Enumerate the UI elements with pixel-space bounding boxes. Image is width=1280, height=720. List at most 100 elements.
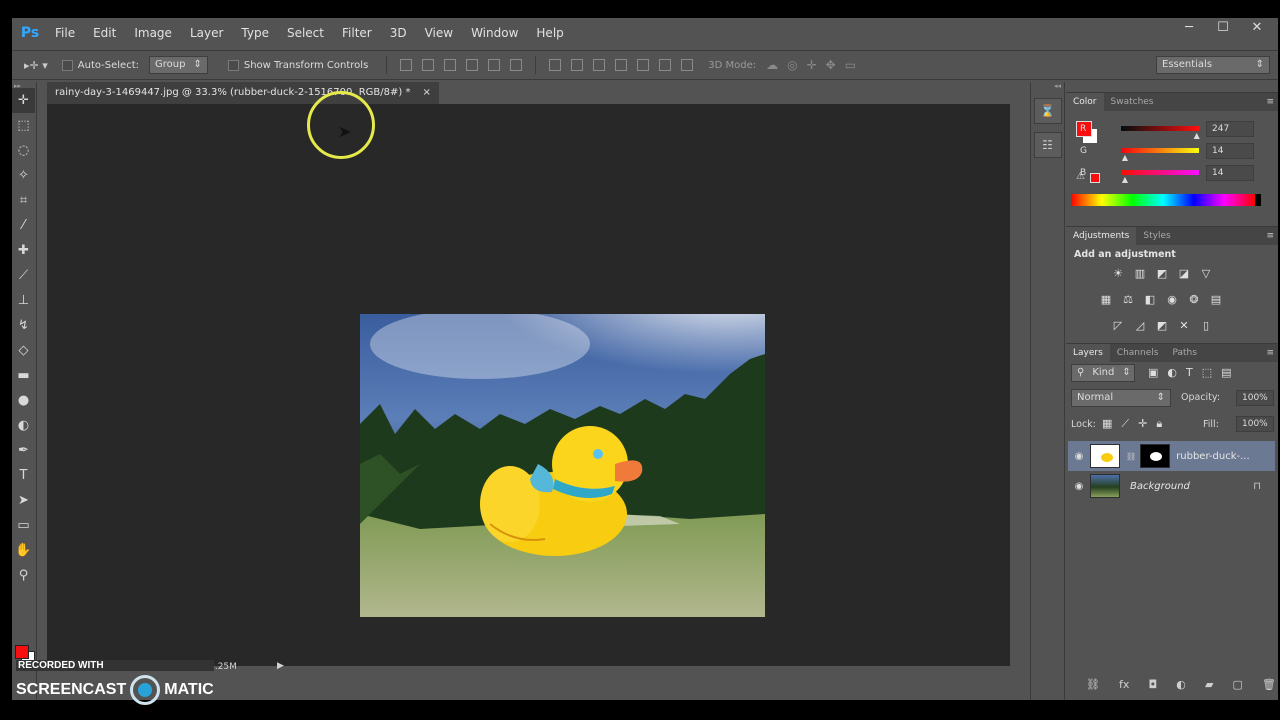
menu-layer[interactable]: Layer xyxy=(181,26,232,40)
color-balance-icon[interactable]: ⚖ xyxy=(1120,293,1136,307)
panel-menu-icon[interactable]: ≡ xyxy=(1266,231,1274,241)
lock-position-icon[interactable]: ✛ xyxy=(1138,417,1147,431)
opacity-value[interactable]: 100% xyxy=(1236,390,1274,406)
status-menu-arrow-icon[interactable]: ▶ xyxy=(277,661,284,671)
slider-handle-icon[interactable]: ▲ xyxy=(1122,153,1128,162)
close-button[interactable]: ✕ xyxy=(1240,18,1274,38)
visibility-eye-icon[interactable]: ◉ xyxy=(1068,481,1090,492)
new-group-icon[interactable]: ▰ xyxy=(1205,678,1213,691)
slider-handle-icon[interactable]: ▲ xyxy=(1122,175,1128,184)
blur-tool-icon[interactable]: ● xyxy=(12,388,35,413)
distribute-left-icon[interactable] xyxy=(615,59,628,71)
shape-filter-icon[interactable]: ⬚ xyxy=(1202,366,1212,379)
panel-menu-icon[interactable]: ≡ xyxy=(1266,97,1274,107)
distribute-hcenter-icon[interactable] xyxy=(637,59,650,71)
history-panel-icon[interactable]: ⌛ xyxy=(1033,98,1062,124)
rectangle-tool-icon[interactable]: ▭ xyxy=(12,513,35,538)
type-tool-icon[interactable]: T xyxy=(12,463,35,488)
link-chain-icon[interactable]: ⛓ xyxy=(1126,452,1136,461)
type-filter-icon[interactable]: T xyxy=(1186,366,1193,379)
gradient-tool-icon[interactable]: ▬ xyxy=(12,363,35,388)
new-adjustment-icon[interactable]: ◐ xyxy=(1176,678,1186,691)
hand-tool-icon[interactable]: ✋ xyxy=(12,538,35,563)
crop-tool-icon[interactable]: ⌗ xyxy=(12,188,35,213)
channel-mixer-icon[interactable]: ❂ xyxy=(1186,293,1202,307)
green-track[interactable] xyxy=(1121,148,1199,153)
blue-track[interactable] xyxy=(1121,170,1199,175)
panel-expand-icon[interactable]: ◂◂ xyxy=(1031,82,1064,90)
gradient-map-icon[interactable]: ▯ xyxy=(1198,319,1214,333)
green-value[interactable]: 14 xyxy=(1206,143,1254,159)
color-lookup-icon[interactable]: ▤ xyxy=(1208,293,1224,307)
tab-layers[interactable]: Layers xyxy=(1066,344,1110,362)
menu-help[interactable]: Help xyxy=(527,26,572,40)
menu-select[interactable]: Select xyxy=(278,26,333,40)
menu-window[interactable]: Window xyxy=(462,26,527,40)
dodge-tool-icon[interactable]: ◐ xyxy=(12,413,35,438)
blue-slider[interactable]: B 14 ▲ xyxy=(1066,165,1278,185)
new-layer-icon[interactable]: ▢ xyxy=(1233,678,1243,691)
eyedropper-tool-icon[interactable]: ⁄ xyxy=(12,213,35,238)
distribute-top-icon[interactable] xyxy=(549,59,562,71)
adjustment-filter-icon[interactable]: ◐ xyxy=(1167,366,1177,379)
red-track[interactable] xyxy=(1121,126,1199,131)
tab-swatches[interactable]: Swatches xyxy=(1104,93,1161,111)
menu-view[interactable]: View xyxy=(416,26,462,40)
layer-filter-dropdown[interactable]: ⚲ Kind ⇕ xyxy=(1071,364,1135,382)
link-layers-icon[interactable]: ⛓ xyxy=(1086,678,1100,691)
tab-adjustments[interactable]: Adjustments xyxy=(1066,227,1137,245)
slider-handle-icon[interactable]: ▲ xyxy=(1194,131,1200,140)
menu-file[interactable]: File xyxy=(46,26,84,40)
close-tab-icon[interactable]: × xyxy=(422,82,430,104)
foreground-color-swatch[interactable] xyxy=(15,645,29,659)
levels-icon[interactable]: ▥ xyxy=(1132,267,1148,281)
tab-paths[interactable]: Paths xyxy=(1165,344,1203,362)
layer-name[interactable]: rubber-duck-... xyxy=(1176,451,1250,462)
fx-icon[interactable]: fx xyxy=(1119,678,1129,691)
blue-value[interactable]: 14 xyxy=(1206,165,1254,181)
lock-image-icon[interactable]: ⟋ xyxy=(1121,417,1129,431)
quick-select-tool-icon[interactable]: ✧ xyxy=(12,163,35,188)
vibrance-icon[interactable]: ▽ xyxy=(1198,267,1214,281)
tab-color[interactable]: Color xyxy=(1066,93,1104,111)
pen-tool-icon[interactable]: ✒ xyxy=(12,438,35,463)
tab-styles[interactable]: Styles xyxy=(1136,227,1177,245)
history-brush-tool-icon[interactable]: ↯ xyxy=(12,313,35,338)
green-slider[interactable]: G 14 ▲ xyxy=(1066,143,1278,163)
panel-menu-icon[interactable]: ≡ xyxy=(1266,348,1274,358)
auto-align-icon[interactable] xyxy=(681,59,694,71)
move-tool-icon[interactable]: ✛ xyxy=(12,88,35,113)
posterize-icon[interactable]: ◿ xyxy=(1132,319,1148,333)
align-left-icon[interactable] xyxy=(466,59,479,71)
layer-name[interactable]: Background xyxy=(1130,481,1190,492)
align-top-icon[interactable] xyxy=(400,59,413,71)
align-right-icon[interactable] xyxy=(510,59,523,71)
workspace-dropdown[interactable]: Essentials ⇕ xyxy=(1156,56,1270,74)
distribute-bottom-icon[interactable] xyxy=(593,59,606,71)
color-spectrum-bar[interactable] xyxy=(1071,194,1261,206)
fill-value[interactable]: 100% xyxy=(1236,416,1274,432)
black-white-icon[interactable]: ◧ xyxy=(1142,293,1158,307)
smart-object-filter-icon[interactable]: ▤ xyxy=(1221,366,1231,379)
document-tab[interactable]: rainy-day-3-1469447.jpg @ 33.3% (rubber-… xyxy=(47,82,439,104)
brightness-contrast-icon[interactable]: ☀ xyxy=(1110,267,1126,281)
clone-stamp-tool-icon[interactable]: ⊥ xyxy=(12,288,35,313)
minimize-button[interactable]: ─ xyxy=(1172,18,1206,38)
hue-saturation-icon[interactable]: ▦ xyxy=(1098,293,1114,307)
document-image[interactable] xyxy=(360,314,765,617)
menu-edit[interactable]: Edit xyxy=(84,26,125,40)
menu-3d[interactable]: 3D xyxy=(381,26,416,40)
align-bottom-icon[interactable] xyxy=(444,59,457,71)
add-mask-icon[interactable]: ◘ xyxy=(1149,678,1158,691)
path-select-tool-icon[interactable]: ➤ xyxy=(12,488,35,513)
photo-filter-icon[interactable]: ◉ xyxy=(1164,293,1180,307)
red-slider[interactable]: R 247 ▲ xyxy=(1066,121,1278,141)
maximize-button[interactable]: ☐ xyxy=(1206,18,1240,38)
lock-transparent-icon[interactable]: ▦ xyxy=(1102,417,1112,431)
transform-controls-checkbox[interactable] xyxy=(227,59,239,71)
layer-mask-thumbnail[interactable] xyxy=(1140,444,1171,468)
distribute-right-icon[interactable] xyxy=(659,59,672,71)
3d-mode-icons[interactable]: ☁◎✛✥▭ xyxy=(766,58,865,72)
red-value[interactable]: 247 xyxy=(1206,121,1254,137)
invert-icon[interactable]: ◸ xyxy=(1110,319,1126,333)
